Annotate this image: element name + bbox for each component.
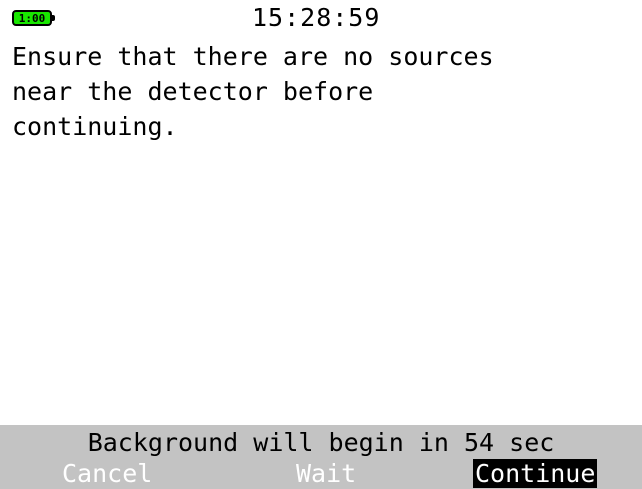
clock: 15:28:59 bbox=[252, 3, 381, 32]
continue-button[interactable]: Continue bbox=[473, 459, 598, 488]
status-bar: 1:00 15:28:59 bbox=[0, 0, 642, 38]
bottom-bar: Background will begin in 54 sec Cancel W… bbox=[0, 425, 642, 489]
cancel-button[interactable]: Cancel bbox=[62, 459, 152, 488]
instruction-message: Ensure that there are no sources near th… bbox=[12, 42, 494, 141]
detector-screen: 1:00 15:28:59 Ensure that there are no s… bbox=[0, 0, 642, 489]
battery-icon: 1:00 bbox=[12, 10, 55, 26]
wait-button[interactable]: Wait bbox=[296, 459, 356, 488]
background-countdown: Background will begin in 54 sec bbox=[87, 428, 555, 457]
